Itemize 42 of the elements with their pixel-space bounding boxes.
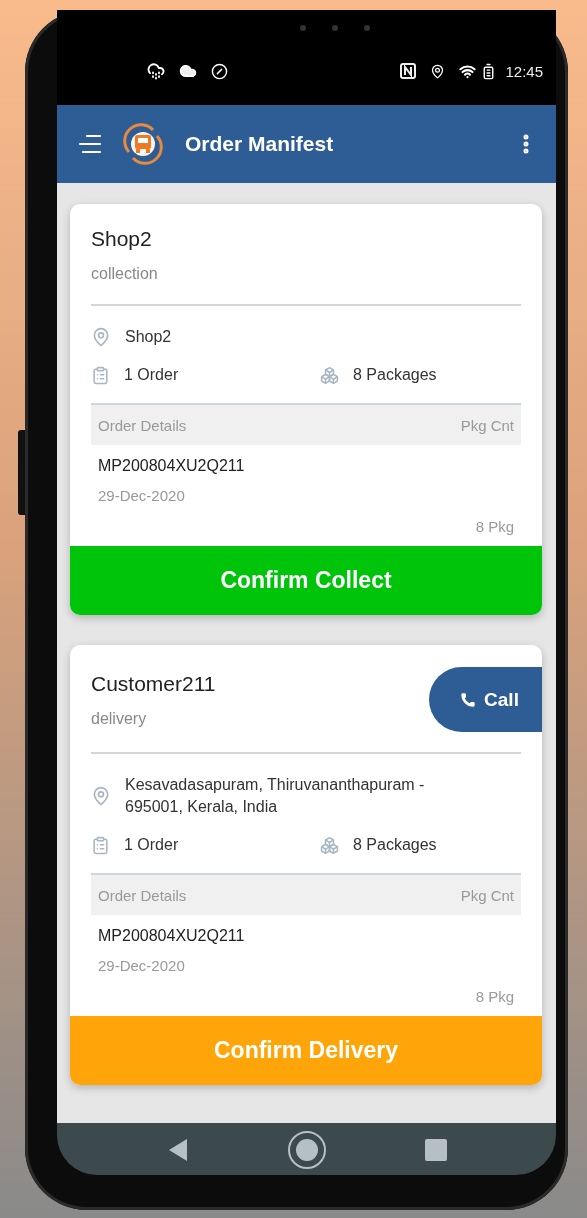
menu-icon[interactable] bbox=[77, 133, 103, 155]
nfc-icon bbox=[400, 63, 417, 79]
column-header: Pkg Cnt bbox=[460, 886, 514, 904]
confirm-button[interactable]: Confirm Delivery bbox=[70, 1016, 542, 1085]
clipboard-icon bbox=[91, 365, 110, 385]
stop-type: delivery bbox=[91, 708, 148, 729]
package-count-cell-text: 8 Pkg bbox=[474, 517, 514, 537]
home-icon[interactable] bbox=[286, 1130, 327, 1170]
cloud-icon bbox=[179, 62, 197, 80]
order-count: 1 Order bbox=[124, 835, 179, 855]
clipboard-icon bbox=[91, 835, 110, 855]
stop-name: Shop2 bbox=[91, 226, 153, 252]
screen-title: Order Manifest bbox=[185, 132, 335, 156]
location-pin-icon bbox=[91, 327, 111, 347]
truck-logo-icon bbox=[121, 122, 165, 166]
column-header: Order Details bbox=[98, 416, 187, 434]
stop-name: Customer211 bbox=[91, 670, 216, 697]
phone-icon bbox=[460, 691, 477, 708]
order-date: 29-Dec-2020 bbox=[98, 956, 186, 976]
status-time: 12:45 bbox=[505, 62, 543, 80]
blocked-icon bbox=[211, 62, 228, 80]
order-date: 29-Dec-2020 bbox=[98, 486, 186, 506]
recents-icon[interactable] bbox=[424, 1139, 447, 1161]
boxes-icon bbox=[320, 365, 339, 385]
stop-address: Shop2 bbox=[125, 327, 172, 347]
package-count: 8 Packages bbox=[353, 365, 437, 385]
order-count: 1 Order bbox=[124, 365, 179, 385]
package-count: 8 Packages bbox=[353, 835, 437, 855]
location-pin-icon bbox=[91, 786, 111, 806]
order-id: MP200804XU2Q211 bbox=[98, 926, 246, 946]
wifi-icon bbox=[459, 62, 477, 80]
location-icon bbox=[430, 63, 446, 79]
order-id: MP200804XU2Q211 bbox=[98, 456, 246, 476]
column-header: Pkg Cnt bbox=[460, 416, 514, 434]
column-header: Order Details bbox=[98, 886, 187, 904]
confirm-button[interactable]: Confirm Collect bbox=[70, 546, 542, 615]
package-count-cell-text: 8 Pkg bbox=[474, 987, 514, 1007]
stop-address: Kesavadasapuram, Thiruvananthapuram - 695001, Kerala, India bbox=[125, 775, 426, 817]
drizzle-icon bbox=[147, 62, 165, 80]
boxes-icon bbox=[320, 835, 339, 855]
stop-type: collection bbox=[91, 264, 158, 284]
call-button[interactable]: Call bbox=[429, 667, 542, 732]
